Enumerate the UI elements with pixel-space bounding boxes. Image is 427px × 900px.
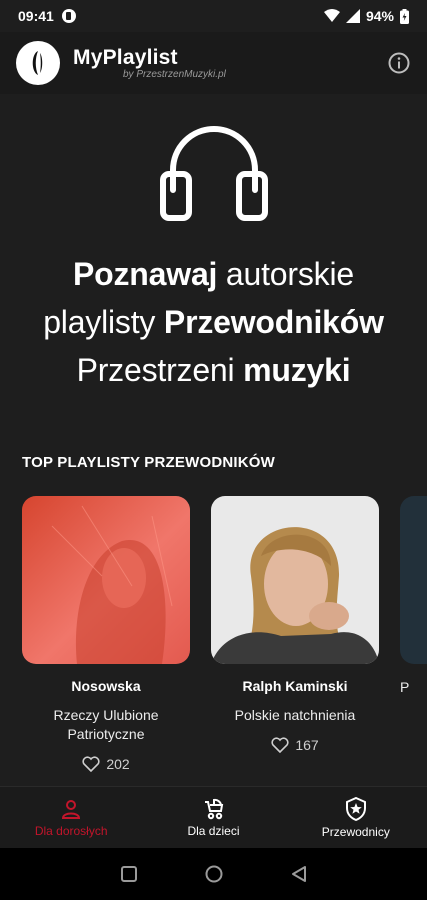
nav-item-kids[interactable]: Dla dzieci [142,787,284,848]
app-name: MyPlaylist [73,46,178,69]
playlist-cover [211,496,379,664]
bottom-nav: Dla dorosłych Dla dzieci Przewodnicy [0,786,427,848]
app-notification-icon [61,9,76,23]
section-title: TOP PLAYLISTY PRZEWODNIKÓW [22,454,276,471]
info-button[interactable] [387,51,411,75]
likes-count[interactable]: 202 [22,756,190,772]
logo-icon [32,51,43,75]
battery-icon [400,8,409,24]
playlist-title: Polskie natchnienia [234,707,356,723]
system-nav-bar [0,848,427,900]
hero-title: Poznawaj autorskie playlisty Przewodnikó… [43,256,384,388]
playlist-carousel[interactable]: Nosowska Rzeczy Ulubione Patriotyczne 20… [22,496,427,786]
shield-star-icon [345,796,366,821]
home-icon[interactable] [204,864,224,884]
wifi-icon [323,9,340,22]
back-icon[interactable] [290,865,308,883]
nav-item-guides[interactable]: Przewodnicy [285,787,427,848]
playlist-author: Ralph Kaminski [242,678,348,694]
app-header: MyPlaylist by PrzestrzenMuzyki.pl [0,32,427,94]
status-time: 09:41 [18,8,54,24]
hero-section: Poznawaj autorskie playlisty Przewodnikó… [0,120,427,394]
playlist-card[interactable]: P [400,496,427,697]
playlist-title: P [400,679,410,695]
headphones-icon [159,126,268,221]
battery-percent: 94% [365,8,394,24]
status-bar: 09:41 94% [0,0,427,32]
person-icon [62,799,81,819]
playlist-title: Rzeczy Ulubione Patriotyczne [53,707,159,742]
stroller-icon [205,798,224,819]
app-subtitle: by PrzestrzenMuzyki.pl [123,69,226,80]
signal-icon [345,9,360,23]
app-logo [16,41,60,85]
playlist-cover [400,496,427,664]
playlist-card[interactable]: Nosowska Rzeczy Ulubione Patriotyczne 20… [22,496,190,772]
heart-icon [82,756,100,772]
nav-item-adults[interactable]: Dla dorosłych [0,787,142,848]
heart-icon [271,737,289,753]
playlist-card[interactable]: Ralph Kaminski Polskie natchnienia 167 [211,496,379,753]
playlist-author: Nosowska [71,678,141,694]
info-icon [388,52,410,74]
likes-count[interactable]: 167 [211,737,379,753]
playlist-cover [22,496,190,664]
recents-icon[interactable] [120,865,138,883]
